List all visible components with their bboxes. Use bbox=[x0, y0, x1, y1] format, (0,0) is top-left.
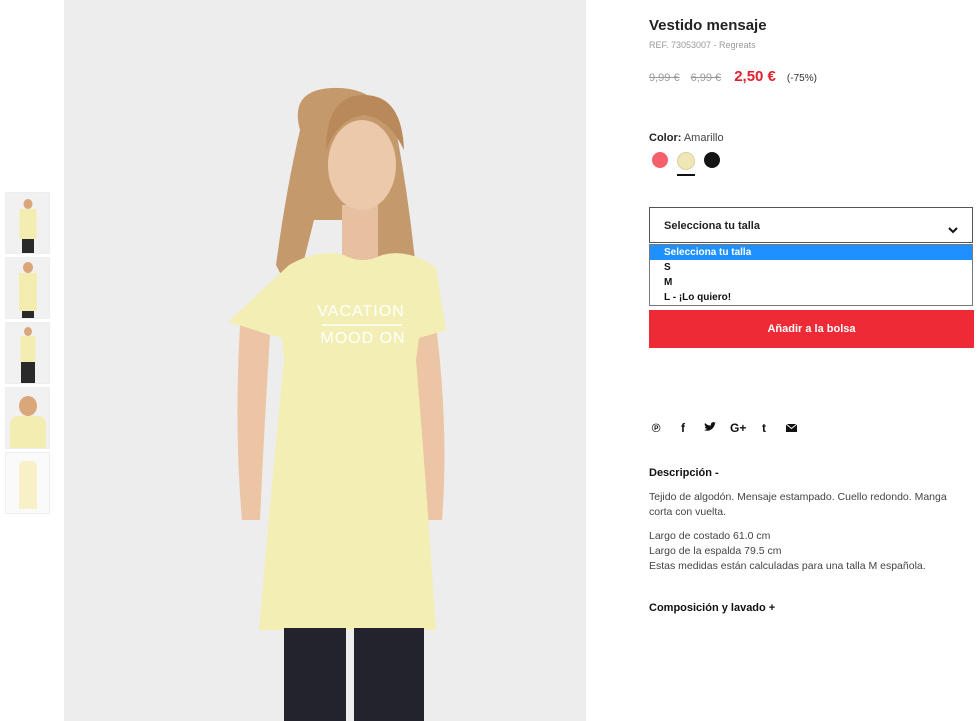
thumbnail-5[interactable] bbox=[5, 452, 50, 514]
previous-price: 6,99 € bbox=[690, 72, 722, 84]
thumbnail-legs bbox=[20, 362, 35, 383]
description-text: Tejido de algodón. Mensaje estampado. Cu… bbox=[649, 491, 947, 518]
social-share: ℗ f G+ t bbox=[649, 421, 798, 435]
color-value: Amarillo bbox=[683, 132, 724, 144]
color-swatches bbox=[652, 152, 720, 176]
thumbnail-dress bbox=[9, 416, 46, 448]
thumbnail-legs bbox=[21, 239, 34, 253]
product-main-image[interactable]: VACATION MOOD ON bbox=[64, 0, 586, 721]
thumbnail-head bbox=[22, 262, 33, 273]
measure-side-length: Largo de costado 61.0 cm bbox=[649, 530, 771, 542]
size-option-s[interactable]: S bbox=[650, 260, 972, 275]
original-price: 9,99 € bbox=[649, 72, 680, 84]
size-select-value: Selecciona tu talla bbox=[664, 220, 760, 232]
shirt-print-line-1: VACATION bbox=[317, 303, 404, 320]
color-label: Color: Amarillo bbox=[649, 132, 724, 144]
product-title: Vestido mensaje bbox=[649, 17, 767, 34]
thumbnail-head bbox=[23, 327, 32, 336]
composition-toggle[interactable]: Composición y lavado + bbox=[649, 602, 775, 614]
thumbnail-1[interactable] bbox=[5, 192, 50, 254]
product-reference: REF. 73053007 - Regreats bbox=[649, 40, 756, 50]
size-option-m[interactable]: M bbox=[650, 275, 972, 290]
color-swatch-red[interactable] bbox=[652, 152, 668, 168]
thumbnail-strip bbox=[5, 192, 50, 517]
color-swatch-yellow[interactable] bbox=[677, 152, 695, 176]
thumbnail-head bbox=[18, 396, 37, 416]
chevron-down-icon bbox=[948, 221, 958, 239]
pinterest-icon[interactable]: ℗ bbox=[649, 421, 663, 435]
discount-badge: (-75%) bbox=[786, 73, 817, 84]
google-plus-icon[interactable]: G+ bbox=[730, 421, 746, 435]
twitter-icon[interactable] bbox=[703, 421, 717, 435]
thumbnail-3[interactable] bbox=[5, 322, 50, 384]
thumbnail-head bbox=[23, 199, 32, 209]
model-photo: VACATION MOOD ON bbox=[64, 0, 586, 721]
measure-note: Estas medidas están calculadas para una … bbox=[649, 560, 926, 572]
size-option-l[interactable]: L - ¡Lo quiero! bbox=[650, 290, 972, 305]
color-label-key: Color: bbox=[649, 132, 682, 144]
sale-price: 2,50 € bbox=[734, 68, 776, 85]
price-block: 9,99 € 6,99 € 2,50 € (-75%) bbox=[649, 68, 817, 85]
email-icon[interactable] bbox=[784, 421, 798, 435]
thumbnail-dress bbox=[20, 336, 35, 362]
tumblr-icon[interactable]: t bbox=[757, 421, 771, 435]
description-toggle[interactable]: Descripción - bbox=[649, 467, 719, 479]
thumbnail-legs bbox=[21, 311, 34, 318]
shirt-print-line-2: MOOD ON bbox=[320, 330, 405, 347]
thumbnail-4[interactable] bbox=[5, 387, 50, 449]
thumbnail-dress bbox=[19, 209, 36, 239]
size-dropdown-list: Selecciona tu talla S M L - ¡Lo quiero! bbox=[649, 244, 973, 306]
thumbnail-2[interactable] bbox=[5, 257, 50, 319]
facebook-icon[interactable]: f bbox=[676, 421, 690, 435]
color-swatch-black[interactable] bbox=[704, 152, 720, 168]
size-option-placeholder[interactable]: Selecciona tu talla bbox=[650, 245, 972, 260]
add-to-bag-button[interactable]: Añadir a la bolsa bbox=[649, 310, 974, 348]
size-select[interactable]: Selecciona tu talla bbox=[649, 207, 973, 243]
thumbnail-dress bbox=[18, 273, 37, 311]
measure-back-length: Largo de la espalda 79.5 cm bbox=[649, 545, 782, 557]
thumbnail-dress bbox=[18, 461, 37, 509]
